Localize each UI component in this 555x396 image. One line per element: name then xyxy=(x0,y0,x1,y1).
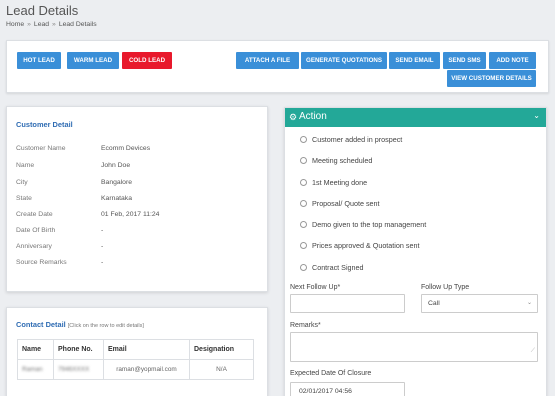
breadcrumb-lead[interactable]: Lead xyxy=(34,21,49,28)
next-follow-up-input[interactable] xyxy=(290,294,405,313)
contact-phone-cell: 7946XXXX xyxy=(53,359,104,380)
gears-icon: ⚙ xyxy=(289,112,298,122)
chevron-down-icon: ⌄ xyxy=(526,300,532,306)
radio-icon[interactable] xyxy=(300,264,307,271)
step-label: Contract Signed xyxy=(312,263,364,272)
step-prices-approved[interactable]: Prices approved & Quotation sent xyxy=(300,241,419,250)
page-title: Lead Details xyxy=(6,3,79,18)
breadcrumb-lead-details: Lead Details xyxy=(58,21,97,28)
remarks-label: Remarks* xyxy=(290,322,321,329)
step-meeting-scheduled[interactable]: Meeting scheduled xyxy=(300,156,372,165)
step-customer-added[interactable]: Customer added in prospect xyxy=(300,135,402,144)
state-label: State xyxy=(16,195,32,202)
date-of-birth-label: Date Of Birth xyxy=(16,227,56,234)
date-of-birth-value: - xyxy=(101,227,104,234)
source-remarks-value: - xyxy=(101,259,104,266)
remarks-textarea[interactable]: ⟋ xyxy=(290,332,538,362)
column-header-designation: Designation xyxy=(189,339,254,360)
table-header-row: Name Phone No. Email Designation xyxy=(17,339,254,360)
step-contract-signed[interactable]: Contract Signed xyxy=(300,263,364,272)
contact-designation-cell: N/A xyxy=(189,359,254,380)
contact-detail-title-text: Contact Detail xyxy=(16,320,66,329)
contact-detail-hint: [Click on the row to edit details] xyxy=(67,323,144,329)
column-header-email: Email xyxy=(103,339,190,360)
step-demo-given[interactable]: Demo given to the top management xyxy=(300,220,426,229)
contact-detail-title: Contact Detail [Click on the row to edit… xyxy=(16,320,144,329)
contact-name-cell: Raman xyxy=(17,359,54,380)
contact-table: Name Phone No. Email Designation Raman 7… xyxy=(17,339,254,380)
action-header[interactable]: ⚙ Action ⌄ xyxy=(285,108,546,127)
contact-email-value: raman@yopmail.com xyxy=(116,366,177,373)
step-label: Demo given to the top management xyxy=(312,220,427,229)
column-header-name: Name xyxy=(17,339,54,360)
breadcrumb: Home » Lead » Lead Details xyxy=(6,21,97,28)
breadcrumb-home[interactable]: Home xyxy=(6,21,24,28)
generate-quotations-button[interactable]: GENERATE QUOTATIONS xyxy=(301,52,387,69)
radio-icon[interactable] xyxy=(300,157,307,164)
next-follow-up-label: Next Follow Up* xyxy=(290,284,341,291)
follow-up-type-select[interactable]: Call ⌄ xyxy=(421,294,538,313)
radio-icon[interactable] xyxy=(300,242,307,249)
warm-lead-button[interactable]: WARM LEAD xyxy=(67,52,119,69)
create-date-value: 01 Feb, 2017 11:24 xyxy=(101,211,160,218)
cold-lead-button[interactable]: COLD LEAD xyxy=(122,52,172,69)
table-row[interactable]: Raman 7946XXXX raman@yopmail.com N/A xyxy=(17,359,254,380)
step-label: 1st Meeting done xyxy=(312,178,368,187)
customer-detail-title: Customer Detail xyxy=(16,120,73,129)
breadcrumb-separator: » xyxy=(52,21,56,28)
anniversary-label: Anniversary xyxy=(16,243,52,250)
contact-detail-card: Contact Detail [Click on the row to edit… xyxy=(6,307,268,396)
follow-up-type-label: Follow Up Type xyxy=(421,284,470,291)
create-date-label: Create Date xyxy=(16,211,53,218)
contact-designation-value: N/A xyxy=(216,366,227,373)
contact-email-cell: raman@yopmail.com xyxy=(103,359,190,380)
name-value: John Doe xyxy=(101,162,131,169)
contact-phone-value: 7946XXXX xyxy=(58,366,90,373)
expected-closure-label: Expected Date Of Closure xyxy=(290,370,372,377)
chevron-down-icon[interactable]: ⌄ xyxy=(533,111,540,120)
attach-file-button[interactable]: ATTACH A FILE xyxy=(236,52,299,69)
send-email-button[interactable]: SEND EMAIL xyxy=(389,52,440,69)
city-value: Bangalore xyxy=(101,179,132,186)
action-title: Action xyxy=(299,111,327,122)
customer-detail-card: Customer Detail Customer Name Ecomm Devi… xyxy=(6,106,268,292)
step-proposal-sent[interactable]: Proposal/ Quote sent xyxy=(300,199,380,208)
state-value: Karnataka xyxy=(101,195,132,202)
step-label: Customer added in prospect xyxy=(312,135,403,144)
resize-handle-icon[interactable]: ⟋ xyxy=(531,343,535,360)
add-note-button[interactable]: ADD NOTE xyxy=(489,52,536,69)
expected-closure-input[interactable]: 02/01/2017 04:56 xyxy=(290,382,405,396)
anniversary-value: - xyxy=(101,243,104,250)
customer-name-label: Customer Name xyxy=(16,145,66,152)
city-label: City xyxy=(16,179,28,186)
radio-icon[interactable] xyxy=(300,136,307,143)
action-toolbar: HOT LEAD WARM LEAD COLD LEAD ATTACH A FI… xyxy=(6,40,549,93)
hot-lead-button[interactable]: HOT LEAD xyxy=(17,52,61,69)
source-remarks-label: Source Remarks xyxy=(16,259,67,266)
name-label: Name xyxy=(16,162,35,169)
step-label: Proposal/ Quote sent xyxy=(312,199,380,208)
radio-icon[interactable] xyxy=(300,221,307,228)
radio-icon[interactable] xyxy=(300,200,307,207)
breadcrumb-separator: » xyxy=(27,21,31,28)
step-first-meeting[interactable]: 1st Meeting done xyxy=(300,178,367,187)
column-header-phone: Phone No. xyxy=(53,339,104,360)
customer-name-value: Ecomm Devices xyxy=(101,145,151,152)
view-customer-details-button[interactable]: VIEW CUSTOMER DETAILS xyxy=(447,70,536,87)
step-label: Prices approved & Quotation sent xyxy=(312,241,420,250)
follow-up-type-value: Call xyxy=(428,300,440,307)
send-sms-button[interactable]: SEND SMS xyxy=(443,52,486,69)
radio-icon[interactable] xyxy=(300,179,307,186)
step-label: Meeting scheduled xyxy=(312,156,373,165)
action-card: ⚙ Action ⌄ Customer added in prospect Me… xyxy=(284,107,547,396)
contact-name-value: Raman xyxy=(22,366,43,373)
